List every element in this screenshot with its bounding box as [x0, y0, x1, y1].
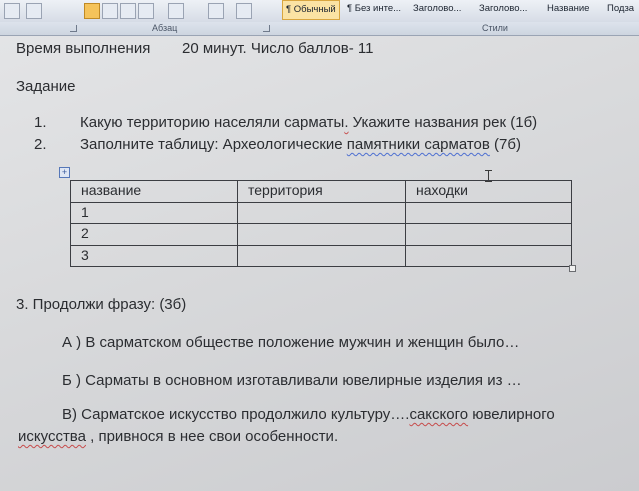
- sarmatian-monuments-table[interactable]: название территория находки 1 2 3: [70, 180, 572, 267]
- task-heading: Задание: [16, 78, 76, 95]
- style-heading-2[interactable]: Заголово...: [476, 0, 530, 18]
- paragraph-dialog-launcher-icon[interactable]: [263, 25, 270, 32]
- justify-icon[interactable]: [138, 3, 154, 19]
- font-color-icon[interactable]: [26, 3, 42, 19]
- table-cell[interactable]: [405, 223, 572, 246]
- question-3-a: А ) В сарматском обществе положение мужч…: [62, 334, 520, 351]
- style-title[interactable]: Название: [544, 0, 592, 18]
- document-page[interactable]: Время выполнения 20 минут. Число баллов-…: [0, 36, 639, 491]
- question-3-c-line1: В) Сарматское искусство продолжило культ…: [62, 406, 555, 423]
- item-1-number: 1.: [34, 114, 47, 131]
- align-center-icon[interactable]: [102, 3, 118, 19]
- item-1-text: Какую территорию населяли сарматы. Укажи…: [80, 114, 538, 131]
- style-subtitle[interactable]: Подза: [604, 0, 637, 18]
- table-row: 3: [70, 244, 572, 267]
- table-cell[interactable]: 3: [70, 244, 238, 267]
- style-no-spacing[interactable]: ¶ Без инте...: [344, 0, 404, 18]
- item-2-number: 2.: [34, 136, 47, 153]
- question-3-b: Б ) Сарматы в основном изготавливали юве…: [62, 372, 522, 389]
- styles-group-label: Стили: [482, 23, 508, 33]
- table-row: 2: [70, 223, 572, 246]
- table-header-row: название территория находки: [70, 180, 572, 203]
- paragraph-group-label: Абзац: [152, 23, 178, 33]
- font-dialog-launcher-icon[interactable]: [70, 25, 77, 32]
- ribbon-group-labels: Абзац Стили: [0, 22, 639, 36]
- ribbon-toolbar: ¶ Обычный ¶ Без инте... Заголово... Заго…: [0, 0, 639, 23]
- table-resize-handle-icon[interactable]: [569, 265, 576, 272]
- header-time-label: Время выполнения: [16, 40, 151, 57]
- table-cell[interactable]: 1: [70, 201, 238, 224]
- table-move-handle-icon[interactable]: +: [59, 167, 70, 178]
- table-header-cell[interactable]: название: [70, 180, 238, 203]
- header-time-score: 20 минут. Число баллов- 11: [182, 40, 374, 57]
- table-cell[interactable]: [237, 201, 406, 224]
- align-right-icon[interactable]: [120, 3, 136, 19]
- borders-icon[interactable]: [236, 3, 252, 19]
- item-2-text: Заполните таблицу: Археологические памят…: [80, 136, 521, 153]
- table-cell[interactable]: [405, 201, 572, 224]
- table-row: 1: [70, 201, 572, 224]
- style-normal[interactable]: ¶ Обычный: [282, 0, 340, 20]
- text-highlight-icon[interactable]: [4, 3, 20, 19]
- table-header-cell[interactable]: находки: [405, 180, 572, 203]
- question-3-title: 3. Продолжи фразу: (3б): [16, 296, 187, 313]
- question-3-c-line2: искусства , привнося в нее свои особенно…: [18, 428, 339, 445]
- table-header-cell[interactable]: территория: [237, 180, 406, 203]
- table-cell[interactable]: 2: [70, 223, 238, 246]
- line-spacing-icon[interactable]: [168, 3, 184, 19]
- table-cell[interactable]: [237, 223, 406, 246]
- align-left-icon[interactable]: [84, 3, 100, 19]
- shading-icon[interactable]: [208, 3, 224, 19]
- table-cell[interactable]: [405, 244, 572, 267]
- style-heading-1[interactable]: Заголово...: [410, 0, 464, 18]
- table-cell[interactable]: [237, 244, 406, 267]
